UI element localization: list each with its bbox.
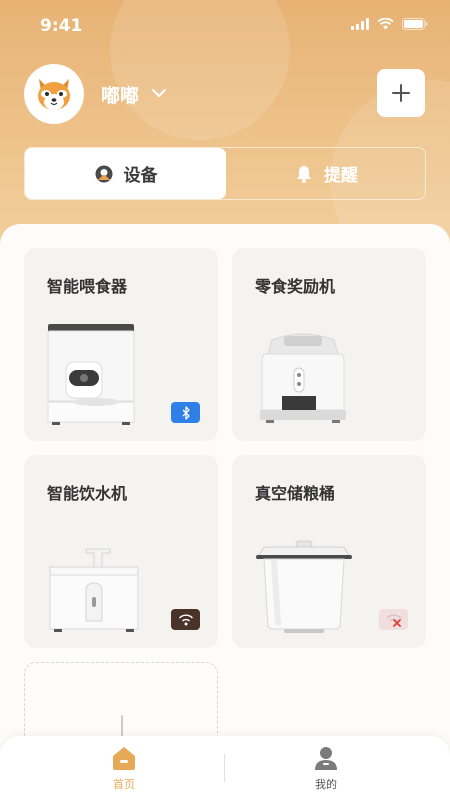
add-device-button[interactable] [377, 69, 425, 117]
bell-icon [297, 165, 311, 183]
device-card-feeder[interactable]: 智能喂食器 [24, 248, 218, 441]
water-fountain-image [49, 548, 139, 632]
location-pin-icon [95, 165, 112, 182]
pet-name[interactable]: 嘟嘟 [101, 81, 139, 108]
wifi-off-badge [379, 609, 408, 630]
device-card-vacuum-storage[interactable]: 真空储粮桶 [232, 455, 426, 648]
home-icon [113, 747, 135, 770]
status-time: 9:41 [40, 16, 83, 36]
nav-profile-label: 我的 [315, 778, 337, 791]
signal-icon [351, 18, 369, 30]
tab-reminders-label: 提醒 [324, 166, 358, 186]
nav-profile[interactable]: 我的 [266, 744, 386, 796]
vacuum-storage-image [256, 540, 352, 633]
bottom-nav: 首页 我的 [0, 736, 450, 800]
avatar[interactable] [24, 64, 84, 124]
device-card-water-fountain[interactable]: 智能饮水机 [24, 455, 218, 648]
status-icons [351, 18, 428, 30]
device-name: 零食奖励机 [255, 277, 336, 296]
device-name: 真空储粮桶 [255, 484, 336, 503]
wifi-icon [377, 18, 394, 30]
shiba-dog-icon [38, 79, 70, 110]
device-card-treat-dispenser[interactable]: 零食奖励机 [232, 248, 426, 441]
device-name: 智能饮水机 [47, 484, 128, 503]
feeder-image [47, 324, 135, 425]
tab-reminders[interactable]: 提醒 [226, 148, 426, 199]
wifi-badge [171, 609, 200, 630]
nav-home[interactable]: 首页 [64, 744, 184, 796]
segment-control: 设备 提醒 [24, 147, 426, 200]
tab-devices-label: 设备 [123, 166, 158, 186]
device-name: 智能喂食器 [47, 277, 128, 296]
nav-divider [224, 754, 225, 782]
status-bar: 9:41 [0, 0, 450, 52]
treat-dispenser-image [260, 333, 346, 423]
wifi-off-icon [386, 613, 401, 627]
wifi-icon [178, 614, 193, 625]
profile-icon [315, 747, 337, 770]
nav-home-label: 首页 [113, 778, 135, 791]
battery-icon [402, 18, 428, 30]
chevron-down-icon[interactable] [150, 84, 168, 102]
tab-devices[interactable]: 设备 [25, 148, 226, 199]
bluetooth-badge [171, 402, 200, 423]
plus-icon [392, 84, 410, 102]
bluetooth-icon [182, 405, 190, 420]
